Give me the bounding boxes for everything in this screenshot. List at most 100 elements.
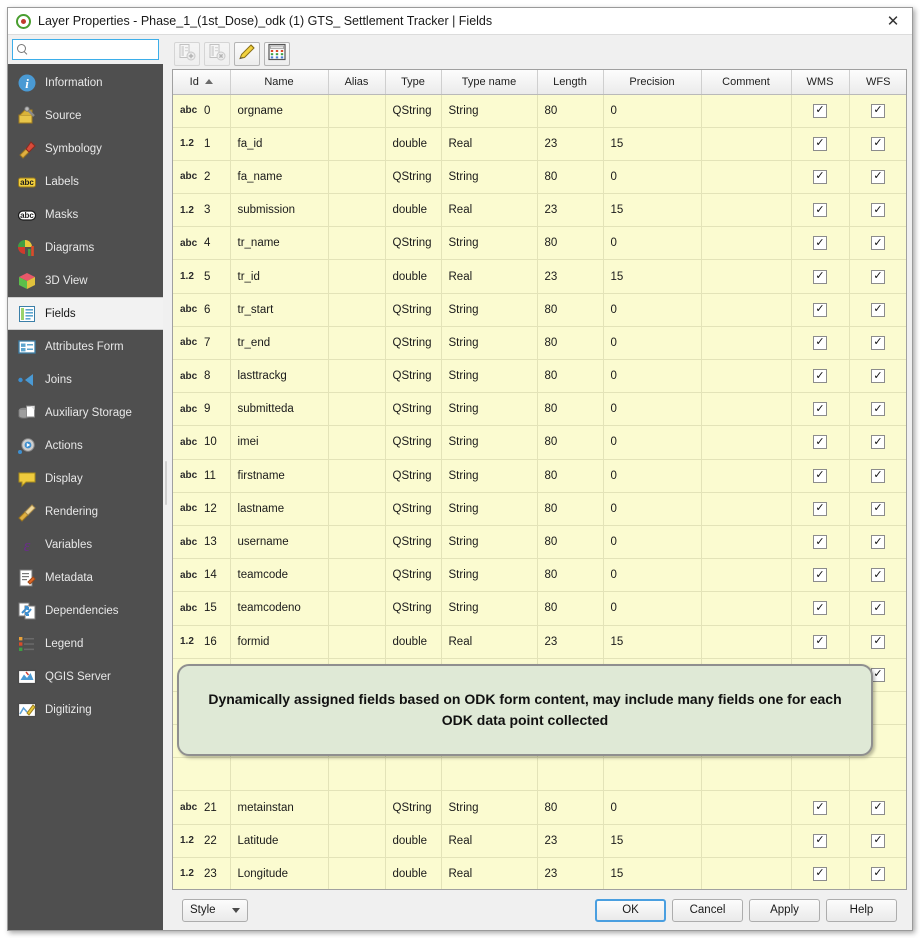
sidebar-item-dependencies[interactable]: Dependencies [8, 594, 163, 627]
table-row[interactable]: abc 7 tr_end QString String 80 0 ✓ ✓ [173, 326, 906, 361]
wfs-checkbox[interactable]: ✓ [871, 468, 885, 483]
sidebar-item-labels[interactable]: abc Labels [8, 165, 163, 198]
wms-checkbox[interactable]: ✓ [813, 535, 827, 550]
wfs-checkbox[interactable]: ✓ [871, 568, 885, 583]
table-row[interactable]: abc 14 teamcode QString String 80 0 ✓ ✓ [173, 558, 906, 593]
sidebar-item-attributes-form[interactable]: Attributes Form [8, 330, 163, 363]
table-row[interactable]: abc 8 lasttrackg QString String 80 0 ✓ ✓ [173, 359, 906, 394]
table-row[interactable]: abc 0 orgname QString String 80 0 ✓ ✓ [173, 94, 906, 128]
sidebar-item-legend[interactable]: Legend [8, 627, 163, 660]
sidebar-item-rendering[interactable]: Rendering [8, 495, 163, 528]
wfs-checkbox[interactable]: ✓ [871, 236, 885, 251]
search-input[interactable] [33, 42, 154, 57]
sidebar-item-3d-view[interactable]: 3D View [8, 264, 163, 297]
wms-checkbox[interactable]: ✓ [813, 103, 827, 118]
sidebar-item-information[interactable]: i Information [8, 66, 163, 99]
table-row[interactable]: abc 4 tr_name QString String 80 0 ✓ ✓ [173, 226, 906, 261]
column-header-type-name[interactable]: Type name [441, 70, 538, 95]
sidebar-item-digitizing[interactable]: Digitizing [8, 693, 163, 726]
wfs-checkbox[interactable]: ✓ [871, 136, 885, 151]
wfs-checkbox[interactable]: ✓ [871, 601, 885, 616]
column-header-id[interactable]: Id [173, 70, 231, 95]
wms-checkbox[interactable]: ✓ [813, 203, 827, 218]
wfs-checkbox[interactable]: ✓ [871, 435, 885, 450]
table-row[interactable]: abc 2 fa_name QString String 80 0 ✓ ✓ [173, 160, 906, 195]
wfs-checkbox[interactable]: ✓ [871, 535, 885, 550]
wfs-checkbox[interactable]: ✓ [871, 302, 885, 317]
table-row[interactable]: abc 9 submitteda QString String 80 0 ✓ ✓ [173, 392, 906, 427]
table-row[interactable]: 1.2 5 tr_id double Real 23 15 ✓ ✓ [173, 259, 906, 294]
column-header-length[interactable]: Length [537, 70, 604, 95]
table-row[interactable] [173, 757, 906, 792]
table-row[interactable]: 1.2 22 Latitude double Real 23 15 ✓ ✓ [173, 824, 906, 858]
sidebar-item-auxiliary-storage[interactable]: Auxiliary Storage [8, 396, 163, 429]
wms-checkbox[interactable]: ✓ [813, 169, 827, 184]
sidebar-item-joins[interactable]: Joins [8, 363, 163, 396]
wfs-checkbox[interactable]: ✓ [871, 203, 885, 218]
wms-checkbox[interactable]: ✓ [813, 634, 827, 649]
sidebar-item-masks[interactable]: abc Masks [8, 198, 163, 231]
search-box[interactable] [12, 39, 159, 60]
sidebar-item-actions[interactable]: Actions [8, 429, 163, 462]
sidebar-item-variables[interactable]: ε Variables [8, 528, 163, 561]
wms-checkbox[interactable]: ✓ [813, 369, 827, 384]
wms-checkbox[interactable]: ✓ [813, 800, 827, 815]
cancel-button[interactable]: Cancel [672, 898, 743, 922]
column-header-alias[interactable]: Alias [328, 70, 386, 95]
wms-checkbox[interactable]: ✓ [813, 236, 827, 251]
wfs-checkbox[interactable]: ✓ [871, 269, 885, 284]
table-row[interactable]: 1.2 3 submission double Real 23 15 ✓ ✓ [173, 193, 906, 228]
column-header-name[interactable]: Name [230, 70, 329, 95]
table-row[interactable]: abc 13 username QString String 80 0 ✓ ✓ [173, 525, 906, 560]
toggle-editing-button[interactable] [234, 42, 260, 66]
help-button[interactable]: Help [826, 898, 897, 922]
wfs-checkbox[interactable]: ✓ [871, 501, 885, 516]
wms-checkbox[interactable]: ✓ [813, 601, 827, 616]
wfs-checkbox[interactable]: ✓ [871, 169, 885, 184]
sidebar-item-fields[interactable]: Fields [8, 297, 163, 330]
wfs-checkbox[interactable]: ✓ [871, 103, 885, 118]
wms-checkbox[interactable]: ✓ [813, 833, 827, 848]
wfs-checkbox[interactable]: ✓ [871, 634, 885, 649]
sidebar-item-source[interactable]: Source [8, 99, 163, 132]
wfs-checkbox[interactable]: ✓ [871, 866, 885, 881]
wms-checkbox[interactable]: ✓ [813, 335, 827, 350]
table-row[interactable]: abc 11 firstname QString String 80 0 ✓ ✓ [173, 459, 906, 493]
panel-splitter[interactable] [163, 35, 170, 930]
table-row[interactable]: abc 10 imei QString String 80 0 ✓ ✓ [173, 425, 906, 460]
style-dropdown-button[interactable]: Style [182, 898, 248, 922]
column-header-wfs[interactable]: WFS [849, 70, 906, 95]
wms-checkbox[interactable]: ✓ [813, 866, 827, 881]
sidebar-item-display[interactable]: Display [8, 462, 163, 495]
wms-checkbox[interactable]: ✓ [813, 402, 827, 417]
table-row[interactable]: abc 6 tr_start QString String 80 0 ✓ ✓ [173, 293, 906, 327]
close-icon[interactable]: ✕ [878, 9, 908, 34]
table-row[interactable]: 1.2 16 formid double Real 23 15 ✓ ✓ [173, 625, 906, 659]
column-header-type[interactable]: Type [385, 70, 442, 95]
wms-checkbox[interactable]: ✓ [813, 501, 827, 516]
sidebar-item-diagrams[interactable]: Diagrams [8, 231, 163, 264]
ok-button[interactable]: OK [595, 898, 666, 922]
column-header-precision[interactable]: Precision [603, 70, 702, 95]
wfs-checkbox[interactable]: ✓ [871, 402, 885, 417]
table-row[interactable]: abc 12 lastname QString String 80 0 ✓ ✓ [173, 492, 906, 526]
wms-checkbox[interactable]: ✓ [813, 468, 827, 483]
wms-checkbox[interactable]: ✓ [813, 269, 827, 284]
wms-checkbox[interactable]: ✓ [813, 435, 827, 450]
wfs-checkbox[interactable]: ✓ [871, 369, 885, 384]
sidebar-item-qgis-server[interactable]: QGIS Server [8, 660, 163, 693]
wfs-checkbox[interactable]: ✓ [871, 800, 885, 815]
sidebar-item-symbology[interactable]: Symbology [8, 132, 163, 165]
column-header-wms[interactable]: WMS [791, 70, 850, 95]
table-row[interactable]: 1.2 1 fa_id double Real 23 15 ✓ ✓ [173, 127, 906, 161]
wfs-checkbox[interactable]: ✓ [871, 667, 885, 682]
wfs-checkbox[interactable]: ✓ [871, 833, 885, 848]
wms-checkbox[interactable]: ✓ [813, 136, 827, 151]
field-calculator-button[interactable] [264, 42, 290, 66]
column-header-comment[interactable]: Comment [701, 70, 792, 95]
table-row[interactable]: abc 15 teamcodeno QString String 80 0 ✓ ✓ [173, 591, 906, 626]
table-row[interactable]: abc 21 metainstan QString String 80 0 ✓ ✓ [173, 790, 906, 825]
sidebar-item-metadata[interactable]: Metadata [8, 561, 163, 594]
wms-checkbox[interactable]: ✓ [813, 302, 827, 317]
wms-checkbox[interactable]: ✓ [813, 568, 827, 583]
